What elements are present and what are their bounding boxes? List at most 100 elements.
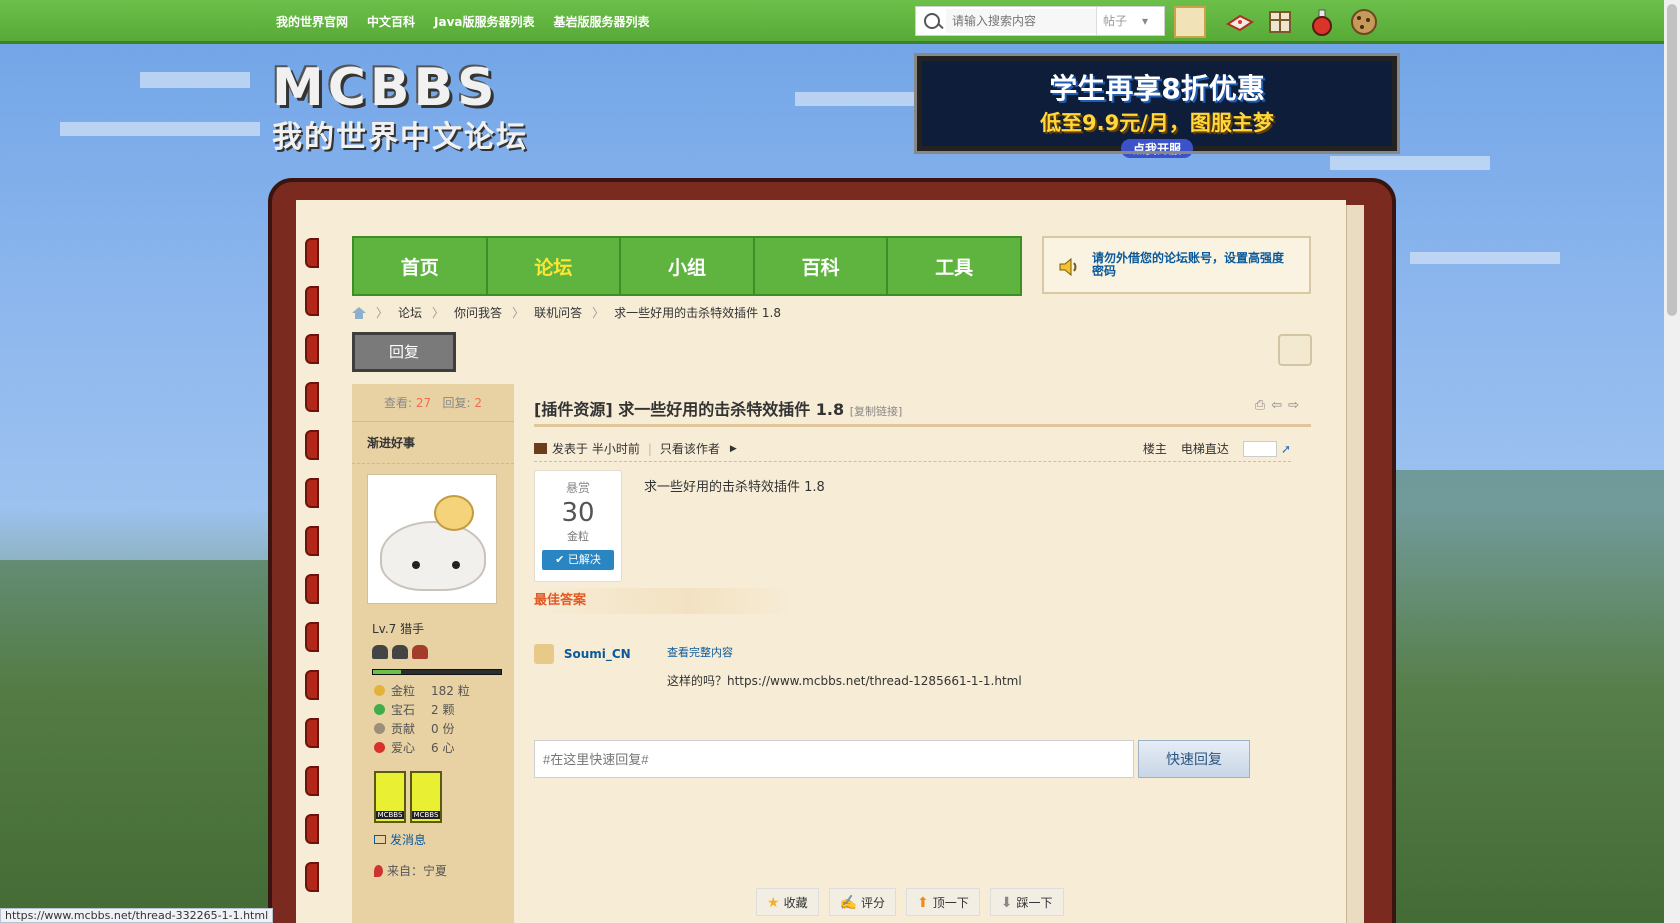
nav-groups[interactable]: 小组 bbox=[621, 238, 755, 294]
gold-nugget-icon bbox=[374, 685, 385, 696]
book-binding bbox=[305, 238, 325, 923]
logo-text: MCBBS bbox=[272, 58, 499, 118]
cake-icon[interactable] bbox=[1224, 6, 1256, 38]
author-medals bbox=[374, 771, 514, 823]
best-answer-label: 最佳答案 bbox=[534, 588, 794, 614]
prev-thread-icon[interactable]: ⇦ bbox=[1271, 398, 1282, 413]
level-badges bbox=[372, 645, 514, 659]
thumb-icon: ✍ bbox=[839, 893, 858, 910]
jump-label: 电梯直达 bbox=[1180, 442, 1229, 456]
copy-link[interactable]: [复制链接] bbox=[850, 405, 903, 418]
credit-row: 金粒 182 粒 bbox=[374, 681, 514, 700]
arrow-down-icon: ⬇ bbox=[1000, 893, 1013, 910]
reply-button[interactable]: 回复 bbox=[352, 332, 456, 372]
breadcrumb-forum[interactable]: 论坛 bbox=[398, 304, 422, 321]
quick-reply: 快速回复 bbox=[534, 740, 1251, 780]
reward-amount: 30 bbox=[561, 498, 595, 528]
author-level: Lv.7 猎手 bbox=[372, 622, 425, 636]
site-logo[interactable]: MCBBS 我的世界中文论坛 bbox=[272, 58, 537, 155]
quick-reply-button[interactable]: 快速回复 bbox=[1138, 740, 1250, 778]
contribution-icon bbox=[374, 723, 385, 734]
print-icon[interactable]: ⎙ bbox=[1255, 398, 1265, 413]
best-answer: Soumi_CN 查看完整内容 这样的吗？https://www.mcbbs.n… bbox=[534, 644, 1022, 688]
emerald-icon bbox=[374, 704, 385, 715]
cookie-icon[interactable] bbox=[1348, 6, 1380, 38]
post-time: 发表于 半小时前 bbox=[552, 442, 640, 456]
credit-row: 爱心 6 心 bbox=[374, 738, 514, 757]
top-bar: 我的世界官网 中文百科 Java版服务器列表 基岩版服务器列表 帖子 bbox=[0, 0, 1664, 44]
return-list-icon[interactable] bbox=[1278, 334, 1312, 366]
search-type-select[interactable]: 帖子 bbox=[1096, 7, 1156, 35]
floor-jump-input[interactable] bbox=[1242, 440, 1277, 457]
thread-title: [插件资源] 求一些好用的击杀特效插件 1.8 [复制链接] bbox=[534, 400, 903, 419]
reply-count: 2 bbox=[474, 396, 483, 410]
send-message-link[interactable]: 发消息 bbox=[352, 831, 514, 848]
top-link-official[interactable]: 我的世界官网 bbox=[276, 13, 348, 30]
nav-wiki[interactable]: 百科 bbox=[755, 238, 889, 294]
post-main: [插件资源] 求一些好用的击杀特效插件 1.8 [复制链接] ⎙ ⇦ ⇨ 发表于… bbox=[514, 384, 1311, 923]
go-icon[interactable]: ➚ bbox=[1281, 442, 1291, 456]
crafting-box-icon[interactable] bbox=[1264, 6, 1296, 38]
home-icon[interactable] bbox=[352, 306, 366, 319]
promo-banner[interactable]: 学生再享8折优惠 低至9.9元/月，图服主梦 点我开服 bbox=[914, 53, 1400, 158]
author-location: 来自：宁夏 bbox=[352, 862, 514, 879]
credit-row: 贡献 0 份 bbox=[374, 719, 514, 738]
search-icon[interactable] bbox=[916, 7, 946, 35]
speaker-icon bbox=[1058, 256, 1080, 278]
author-name[interactable]: 渐进好事 bbox=[352, 422, 514, 464]
view-full-link[interactable]: 查看完整内容 bbox=[667, 644, 733, 660]
envelope-icon bbox=[374, 835, 386, 844]
quick-reply-input[interactable] bbox=[534, 740, 1134, 778]
post-meta: 发表于 半小时前 | 只看该作者 ▶ 楼主 电梯直达 ➚ bbox=[534, 436, 1291, 462]
pickaxe-medal-icon[interactable] bbox=[410, 771, 442, 823]
author-face-icon bbox=[534, 443, 547, 454]
rate-button[interactable]: ✍ 评分 bbox=[828, 888, 897, 916]
top-link-wiki[interactable]: 中文百科 bbox=[367, 13, 415, 30]
page-scrollbar[interactable] bbox=[1664, 0, 1680, 923]
banner-headline: 学生再享8折优惠 bbox=[1049, 72, 1265, 105]
breadcrumb-multiplayer-qa[interactable]: 联机问答 bbox=[534, 304, 582, 321]
author-credits: 金粒 182 粒 宝石 2 颗 贡献 0 份 爱心 6 心 bbox=[352, 675, 514, 757]
post-content: 求一些好用的击杀特效插件 1.8 bbox=[644, 480, 825, 495]
author-avatar[interactable] bbox=[367, 474, 497, 604]
top-link-java-servers[interactable]: Java版服务器列表 bbox=[434, 13, 534, 30]
nav-forum[interactable]: 论坛 bbox=[488, 238, 622, 294]
upvote-button[interactable]: ⬆ 顶一下 bbox=[906, 888, 980, 916]
security-notice: 请勿外借您的论坛账号，设置高强度密码 bbox=[1042, 236, 1311, 294]
breadcrumb-qa[interactable]: 你问我答 bbox=[454, 304, 502, 321]
breadcrumb-thread[interactable]: 求一些好用的击杀特效插件 1.8 bbox=[614, 304, 781, 321]
status-bar-url: https://www.mcbbs.net/thread-332265-1-1.… bbox=[0, 908, 274, 923]
potion-icon[interactable] bbox=[1306, 6, 1338, 38]
solved-badge: ✔ 已解决 bbox=[542, 550, 614, 570]
answer-author[interactable]: Soumi_CN bbox=[564, 647, 631, 661]
downvote-button[interactable]: ⬇ 踩一下 bbox=[989, 888, 1064, 916]
post-actions: ★ 收藏 ✍ 评分 ⬆ 顶一下 ⬇ 踩一下 bbox=[756, 888, 1064, 916]
search-input[interactable] bbox=[946, 9, 1096, 33]
breadcrumb: 〉 论坛 〉 你问我答 〉 联机问答 〉 求一些好用的击杀特效插件 1.8 bbox=[352, 304, 781, 321]
main-nav: 首页 论坛 小组 百科 工具 bbox=[352, 236, 1022, 296]
top-link-bedrock-servers[interactable]: 基岩版服务器列表 bbox=[554, 13, 650, 30]
logo-subtitle: 我的世界中文论坛 bbox=[272, 120, 528, 155]
reward-card: 悬赏 30 金粒 ✔ 已解决 bbox=[534, 470, 622, 582]
only-author-link[interactable]: 只看该作者 bbox=[660, 440, 720, 457]
page-edge bbox=[1346, 205, 1364, 923]
user-avatar-icon[interactable] bbox=[1174, 6, 1206, 38]
nav-tools[interactable]: 工具 bbox=[888, 238, 1020, 294]
answer-avatar[interactable] bbox=[534, 644, 554, 664]
favorite-button[interactable]: ★ 收藏 bbox=[756, 888, 819, 916]
reward-label: 悬赏 bbox=[565, 481, 590, 495]
next-thread-icon[interactable]: ⇨ bbox=[1288, 398, 1299, 413]
top-links: 我的世界官网 中文百科 Java版服务器列表 基岩版服务器列表 bbox=[276, 13, 650, 30]
view-count: 27 bbox=[415, 396, 432, 410]
search-box: 帖子 bbox=[915, 6, 1165, 36]
reward-unit: 金粒 bbox=[567, 530, 589, 543]
heart-icon bbox=[374, 742, 385, 753]
best-answer-text: 这样的吗？https://www.mcbbs.net/thread-128566… bbox=[667, 674, 1022, 688]
author-sidebar: 查看: 27 回复: 2 渐进好事 Lv.7 猎手 金粒 182 粒 宝石 2 颗 … bbox=[352, 384, 514, 923]
banner-subline: 低至9.9元/月，图服主梦 bbox=[1040, 111, 1274, 135]
star-icon: ★ bbox=[767, 893, 780, 910]
nav-home[interactable]: 首页 bbox=[354, 238, 488, 294]
caret-right-icon: ▶ bbox=[729, 443, 737, 454]
pickaxe-medal-icon[interactable] bbox=[374, 771, 406, 823]
floor-label: 楼主 bbox=[1142, 442, 1167, 456]
